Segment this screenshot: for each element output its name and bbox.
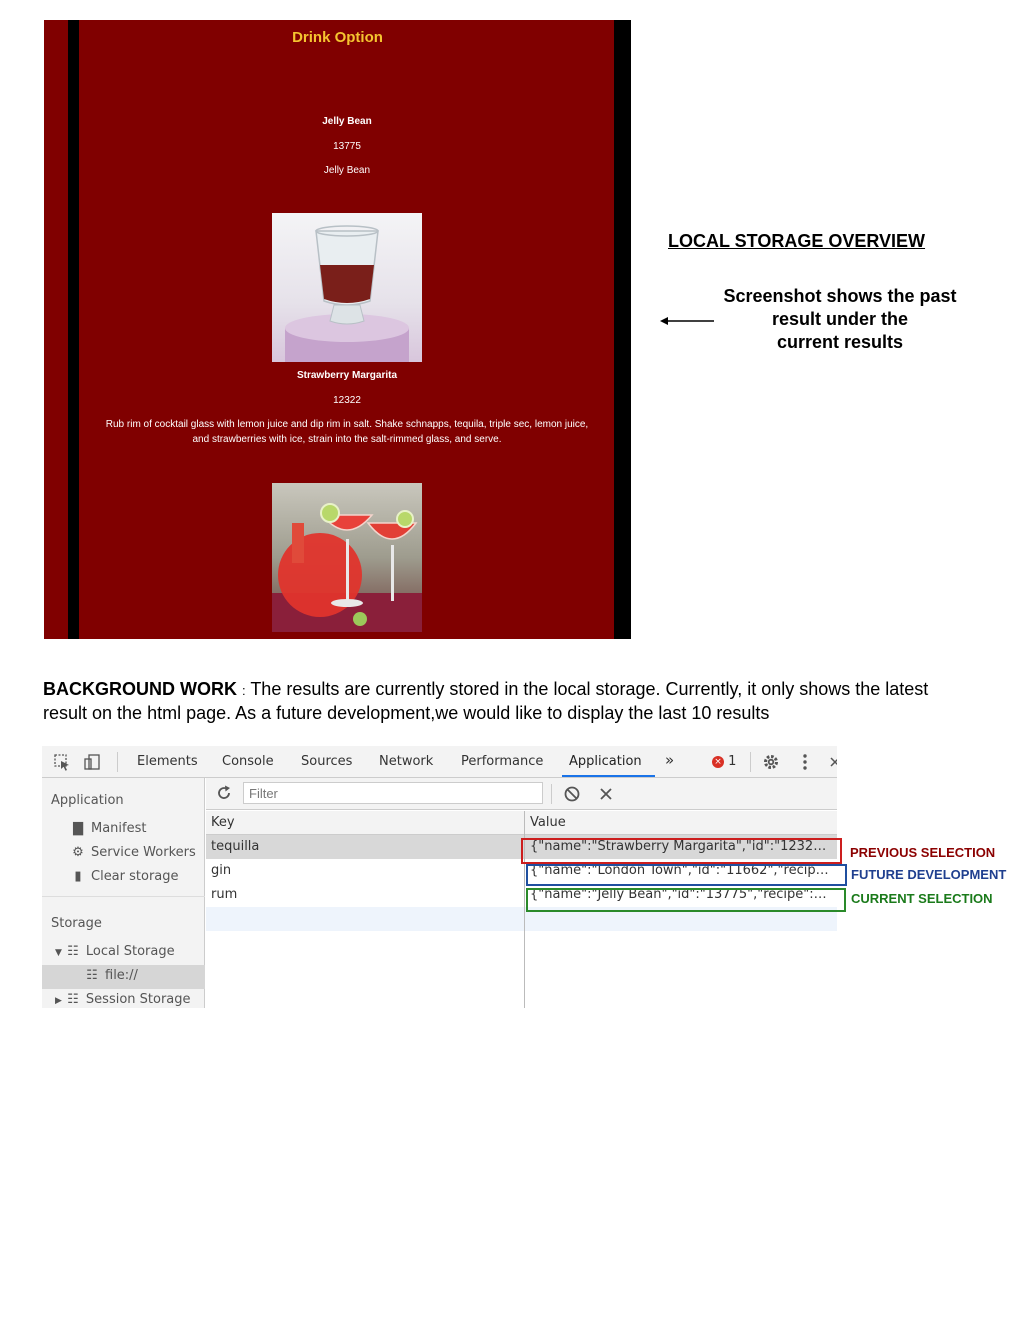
- toolbar-separator: [551, 784, 552, 804]
- previous-selection-label: PREVIOUS SELECTION: [850, 845, 996, 860]
- settings-gear-icon[interactable]: [761, 752, 781, 772]
- clear-all-icon[interactable]: [562, 784, 582, 804]
- device-toolbar-icon[interactable]: [82, 752, 102, 772]
- sidebar-item-label: Session Storage: [85, 992, 191, 1007]
- application-sidebar: Application ▇ Manifest ⚙ Service Workers ▮…: [42, 778, 205, 1008]
- tab-network[interactable]: Network: [379, 754, 433, 769]
- sidebar-storage-header: Storage: [51, 916, 102, 931]
- future-development-highlight: [526, 864, 847, 886]
- app-title: Drink Option: [292, 29, 383, 46]
- left-arrow-icon: [660, 317, 714, 325]
- error-counter[interactable]: × 1: [712, 754, 736, 769]
- background-work-label: BACKGROUND WORK: [43, 679, 237, 699]
- error-icon: ×: [712, 756, 724, 768]
- delete-selected-icon[interactable]: [596, 784, 616, 804]
- storage-toolbar: [206, 778, 837, 810]
- strawberry-margarita-image: [272, 483, 422, 632]
- tab-separator: [750, 752, 751, 772]
- tab-console[interactable]: Console: [222, 754, 274, 769]
- sidebar-item-service-workers[interactable]: ⚙ Service Workers: [71, 845, 196, 860]
- file-icon: ▇: [73, 821, 83, 836]
- grid-storage-icon: ☷: [67, 992, 79, 1007]
- devtools-tab-bar: Elements Console Sources Network Perform…: [42, 746, 837, 778]
- grid-storage-icon: ☷: [67, 944, 79, 959]
- tab-performance[interactable]: Performance: [461, 754, 543, 769]
- row-key: gin: [211, 863, 232, 878]
- sidebar-item-label: Manifest: [91, 821, 147, 836]
- tab-application[interactable]: Application: [569, 754, 642, 769]
- background-work-separator: :: [242, 683, 246, 698]
- sidebar-divider: [42, 896, 205, 897]
- jelly-bean-drink-image: [272, 213, 422, 362]
- previous-selection-highlight: [521, 838, 842, 864]
- gear-icon: ⚙: [72, 845, 84, 860]
- sidebar-item-file-origin[interactable]: ☷ file://: [85, 968, 138, 983]
- previous-drink-recipe: Rub rim of cocktail glass with lemon jui…: [105, 419, 589, 445]
- active-tab-indicator: [562, 775, 655, 777]
- expanded-triangle-icon[interactable]: ▼: [55, 948, 62, 958]
- sidebar-item-label: Clear storage: [91, 869, 179, 884]
- previous-drink-id: 12322: [333, 395, 361, 406]
- collapsed-triangle-icon[interactable]: ▶: [55, 996, 62, 1006]
- close-devtools-icon[interactable]: [825, 752, 837, 772]
- sidebar-item-label: Service Workers: [91, 845, 196, 860]
- column-header-key[interactable]: Key: [206, 811, 524, 835]
- trash-icon: ▮: [74, 869, 82, 884]
- overview-heading: LOCAL STORAGE OVERVIEW: [668, 231, 926, 251]
- inspect-element-icon[interactable]: [52, 752, 72, 772]
- overview-line: result under the: [771, 309, 909, 329]
- sidebar-item-label: file://: [105, 968, 138, 983]
- current-drink-name: Jelly Bean: [322, 116, 372, 127]
- overview-line: Screenshot shows the past: [723, 286, 957, 306]
- right-border-bar: [614, 20, 631, 639]
- future-development-label: FUTURE DEVELOPMENT: [851, 867, 1007, 882]
- current-drink-recipe: Jelly Bean: [323, 165, 371, 176]
- column-header-value[interactable]: Value: [525, 811, 837, 835]
- current-selection-highlight: [526, 888, 846, 912]
- tab-separator: [117, 752, 118, 772]
- sidebar-item-label: Local Storage: [85, 944, 175, 959]
- overview-description: Screenshot shows the past result under t…: [700, 285, 980, 354]
- filter-input[interactable]: [243, 782, 543, 804]
- background-work-paragraph: BACKGROUND WORK : The results are curren…: [43, 678, 963, 725]
- kebab-menu-icon[interactable]: [795, 752, 815, 772]
- sidebar-item-clear-storage[interactable]: ▮ Clear storage: [71, 869, 179, 884]
- tab-sources[interactable]: Sources: [301, 754, 352, 769]
- overview-line: current results: [776, 332, 904, 352]
- sidebar-item-manifest[interactable]: ▇ Manifest: [71, 821, 146, 836]
- refresh-icon[interactable]: [214, 783, 234, 803]
- previous-drink-name: Strawberry Margarita: [296, 370, 398, 381]
- current-selection-label: CURRENT SELECTION: [851, 891, 993, 906]
- left-border-bar: [68, 20, 79, 639]
- error-count: 1: [728, 754, 737, 769]
- grid-storage-icon: ☷: [86, 968, 98, 983]
- sidebar-item-session-storage[interactable]: ▶ ☷ Session Storage: [55, 992, 191, 1007]
- current-drink-id: 13775: [333, 141, 361, 152]
- sidebar-application-header: Application: [51, 793, 124, 808]
- row-key: tequilla: [211, 839, 260, 854]
- more-tabs-button[interactable]: »: [665, 751, 674, 769]
- sidebar-item-local-storage[interactable]: ▼ ☷ Local Storage: [55, 944, 175, 959]
- row-key: rum: [211, 887, 238, 902]
- tab-elements[interactable]: Elements: [137, 754, 198, 769]
